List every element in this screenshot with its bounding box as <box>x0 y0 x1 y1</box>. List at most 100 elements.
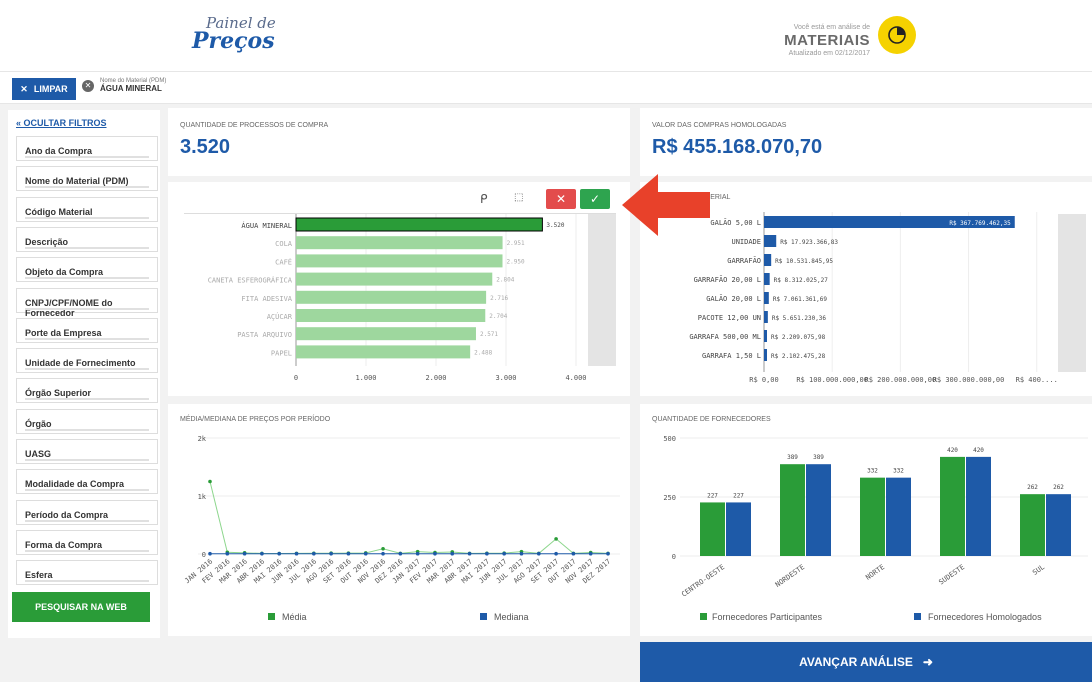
bar <box>764 311 768 323</box>
filter-chip[interactable]: ✕ Nome do Material (PDM) ÁGUA MINERAL <box>82 78 166 93</box>
y-tick-label: 0 <box>672 553 676 561</box>
point <box>485 551 489 556</box>
filter-item[interactable]: Modalidade da Compra <box>16 469 158 495</box>
x-tick-label: SUDESTE <box>937 563 966 586</box>
category-label: GALÃO 5,00 L <box>710 218 761 227</box>
cancel-icon[interactable]: ✕ <box>546 189 576 209</box>
filter-item[interactable]: Porte da Empresa <box>16 317 158 343</box>
period-chart-title: MÉDIA/MEDIANA DE PREÇOS POR PERÍODO <box>180 416 331 423</box>
point <box>588 551 593 556</box>
material-bar-chart[interactable]: 0 1.000 2.000 3.000 4.000 ÁGUA MINERAL 3.520 CO… <box>184 214 616 390</box>
filter-item-label: Porte da Empresa <box>25 327 102 338</box>
suppliers-bar-chart[interactable]: 0 250 500 227 227 CENTRO-OESTE 389 389 NORDESTE 3… <box>640 424 1092 636</box>
legend-label: Fornecedores Homologados <box>928 612 1042 622</box>
bar <box>764 349 767 361</box>
kpi-processes: QUANTIDADE DE PROCESSOS DE COMPRA 3.520 <box>168 108 630 176</box>
bar <box>764 273 770 285</box>
data-label: R$ 2.102.475,28 <box>771 353 826 360</box>
point <box>381 546 385 551</box>
point <box>519 551 524 556</box>
category-label: PACOTE 12,00 UN <box>698 314 761 322</box>
filter-bar: ✕ LIMPAR ✕ Nome do Material (PDM) ÁGUA MIN… <box>0 72 1092 104</box>
period-line-chart[interactable]: 01k2kJAN 2016FEV 2016MAR 2016ABR 2016MAI… <box>168 424 630 636</box>
filter-item-bar <box>25 489 149 492</box>
filter-item[interactable]: Ano da Compra <box>16 136 158 161</box>
filter-item[interactable]: Esfera <box>16 560 158 586</box>
y-tick-label: 500 <box>663 435 676 443</box>
filter-item[interactable]: Descrição <box>16 226 158 252</box>
highlight-arrow <box>622 174 710 236</box>
x-tick-label: R$ 400.... <box>1016 376 1058 384</box>
x-tick-label: 4.000 <box>565 374 586 382</box>
analysis-caption: Você está em análise de <box>793 24 870 31</box>
data-label: R$ 17.923.366,83 <box>780 239 838 246</box>
y-tick-label: 250 <box>663 494 676 502</box>
data-label: 2.571 <box>480 331 498 338</box>
filter-item[interactable]: Código Material <box>16 196 158 222</box>
data-label: 389 <box>813 454 824 461</box>
legend-label: Média <box>282 612 307 622</box>
remove-filter-icon[interactable]: ✕ <box>82 79 94 92</box>
category-label: PAPEL <box>271 349 292 357</box>
bar <box>1046 494 1071 556</box>
filter-item-bar <box>25 277 149 280</box>
filter-item-bar <box>25 398 149 401</box>
kpi-value-value: R$ 455.168.070,70 <box>652 136 823 158</box>
data-label: 262 <box>1053 484 1064 491</box>
category-label: CAFÉ <box>275 257 292 266</box>
point <box>398 551 403 556</box>
filter-item-bar <box>25 156 149 158</box>
bar <box>296 254 503 268</box>
bar <box>700 502 725 556</box>
category-label: GALÃO 20,00 L <box>706 294 761 303</box>
hide-filters-link[interactable]: « OCULTAR FILTROS <box>16 118 107 128</box>
x-tick-label: CENTRO-OESTE <box>680 563 726 599</box>
bar <box>886 477 911 556</box>
check-icon[interactable]: ✓ <box>580 189 610 209</box>
data-label: 2.804 <box>496 277 514 284</box>
filter-item[interactable]: Objeto da Compra <box>16 257 158 283</box>
bar <box>764 330 767 342</box>
scrollbar <box>588 214 616 366</box>
x-tick-label: R$ 0,00 <box>749 376 779 384</box>
filter-item-bar <box>25 549 149 552</box>
bar <box>295 217 543 232</box>
point <box>208 479 212 484</box>
filter-item[interactable]: Nome do Material (PDM) <box>16 166 158 192</box>
data-label: 2.950 <box>507 258 525 265</box>
bar <box>726 502 751 556</box>
bar <box>764 254 772 266</box>
legend-swatch <box>914 613 921 620</box>
lasso-icon[interactable]: ᑭ <box>480 192 488 206</box>
filter-item[interactable]: Período da Compra <box>16 499 158 525</box>
filter-item-bar <box>25 186 149 189</box>
legend-swatch <box>480 613 487 620</box>
clear-selection-icon[interactable]: ⬚ <box>514 192 523 203</box>
pie-chart-icon[interactable] <box>878 16 916 54</box>
filter-item[interactable]: CNPJ/CPF/NOME do Fornecedor <box>16 287 158 318</box>
point <box>242 551 247 556</box>
point <box>312 551 316 556</box>
filter-item[interactable]: Órgão <box>16 408 158 434</box>
data-label: R$ 5.651.230,36 <box>772 315 827 322</box>
legend-label: Fornecedores Participantes <box>712 612 823 622</box>
scrollbar <box>1058 214 1086 372</box>
data-label: 389 <box>787 454 798 461</box>
point <box>606 551 610 556</box>
data-label: R$ 10.531.845,95 <box>775 258 833 265</box>
point <box>329 551 333 556</box>
filter-item[interactable]: Forma da Compra <box>16 529 158 555</box>
data-label: 332 <box>893 468 904 475</box>
bar <box>966 456 991 556</box>
x-tick-label: R$ 300.000.000,00 <box>933 376 1005 384</box>
point <box>571 551 576 556</box>
y-tick-label: 1k <box>198 493 207 501</box>
web-search-button[interactable]: PESQUISAR NA WEB <box>12 592 150 622</box>
filter-item-label: Modalidade da Compra <box>25 479 125 490</box>
filter-item[interactable]: Órgão Superior <box>16 378 158 404</box>
filter-item-bar <box>25 368 149 371</box>
clear-filters-button[interactable]: ✕ LIMPAR <box>12 78 76 100</box>
filter-item[interactable]: Unidade de Fornecimento <box>16 348 158 374</box>
filter-item[interactable]: UASG <box>16 439 158 464</box>
advance-analysis-button[interactable]: AVANÇAR ANÁLISE ➜ <box>640 642 1092 682</box>
